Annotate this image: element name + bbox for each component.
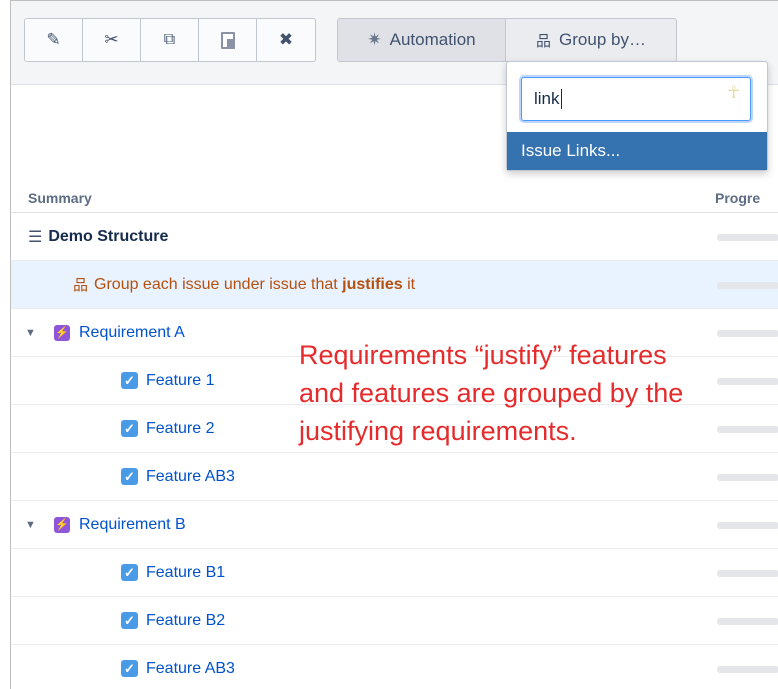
delete-button[interactable]: ✖	[257, 19, 315, 61]
row-label[interactable]: Feature B2	[146, 612, 225, 630]
row-label[interactable]: Feature AB3	[146, 660, 235, 678]
progress-bar	[717, 666, 778, 673]
row-label[interactable]: Requirement B	[79, 516, 186, 534]
progress-bar	[717, 474, 778, 481]
structure-panel: ✎ ✂ ⧉ ✖ ✷ Automation 品 Group by… link ☥ …	[10, 0, 778, 689]
row-label: Group each issue under issue that justif…	[94, 275, 416, 293]
row-label[interactable]: Feature B1	[146, 564, 225, 582]
checkbox-icon: ✓	[121, 372, 138, 389]
table-row[interactable]: ✓ Feature AB3	[11, 453, 778, 501]
progress-bar	[717, 522, 778, 529]
ankh-icon: ☥	[727, 83, 740, 102]
table-row[interactable]: ▼ ⚡ Requirement B	[11, 501, 778, 549]
annotation-line: justifying requirements.	[299, 416, 577, 446]
requirement-icon: ⚡	[54, 516, 70, 533]
row-label[interactable]: Feature 1	[146, 372, 214, 390]
close-icon: ✖	[278, 30, 294, 49]
checkbox-icon: ✓	[121, 468, 138, 485]
table-row[interactable]: ✓ Feature B2	[11, 597, 778, 645]
paste-icon	[220, 31, 235, 49]
row-label[interactable]: Feature AB3	[146, 468, 235, 486]
progress-bar	[717, 618, 778, 625]
checkbox-icon: ✓	[121, 612, 138, 629]
copy-icon: ⧉	[163, 31, 176, 48]
table-header: Summary Progre	[11, 177, 778, 213]
cut-button[interactable]: ✂	[83, 19, 141, 61]
group-by-label: Group by…	[559, 30, 646, 49]
column-summary[interactable]: Summary	[28, 190, 92, 206]
table-row[interactable]: 品 Group each issue under issue that just…	[11, 261, 778, 309]
annotation-text: Requirements “justify” features and feat…	[299, 336, 778, 450]
copy-button[interactable]: ⧉	[141, 19, 199, 61]
checkbox-icon: ✓	[121, 564, 138, 581]
table-row[interactable]: ✓ Feature B1	[11, 549, 778, 597]
checkbox-icon: ✓	[121, 660, 138, 677]
collapse-arrow-icon[interactable]: ▼	[25, 327, 39, 339]
automation-button[interactable]: ✷ Automation	[338, 19, 506, 61]
structure-icon: ☰	[28, 228, 43, 246]
annotation-line: and features are grouped by the	[299, 378, 684, 408]
edit-button-group: ✎ ✂ ⧉ ✖	[24, 18, 316, 62]
progress-bar	[717, 234, 778, 241]
group-by-button[interactable]: 品 Group by…	[506, 19, 676, 61]
automation-label: Automation	[389, 30, 476, 49]
row-label: Demo Structure	[48, 227, 169, 245]
pencil-icon: ✎	[46, 30, 61, 49]
table-row[interactable]: ☰ Demo Structure	[11, 213, 778, 261]
row-label[interactable]: Requirement A	[79, 324, 185, 342]
checkbox-icon: ✓	[121, 420, 138, 437]
search-value: link	[534, 89, 560, 108]
paste-button[interactable]	[199, 19, 257, 61]
table-row[interactable]: ✓ Feature AB3	[11, 645, 778, 689]
magic-wand-icon: ✷	[367, 30, 382, 49]
option-issue-links[interactable]: Issue Links...	[507, 132, 767, 170]
collapse-arrow-icon[interactable]: ▼	[25, 519, 39, 531]
scissors-icon: ✂	[104, 30, 119, 49]
hierarchy-icon: 品	[536, 32, 552, 50]
progress-bar	[717, 282, 778, 289]
row-label[interactable]: Feature 2	[146, 420, 214, 438]
requirement-icon: ⚡	[54, 324, 70, 341]
group-icon: 品	[73, 277, 89, 294]
group-by-dropdown: link ☥ Issue Links...	[506, 61, 768, 171]
group-by-search-input[interactable]: link ☥	[521, 77, 751, 121]
column-progress[interactable]: Progre	[715, 190, 760, 206]
action-button-group: ✷ Automation 品 Group by…	[337, 18, 677, 62]
annotation-line: Requirements “justify” features	[299, 340, 667, 370]
edit-button[interactable]: ✎	[25, 19, 83, 61]
progress-bar	[717, 570, 778, 577]
text-cursor	[560, 89, 562, 109]
